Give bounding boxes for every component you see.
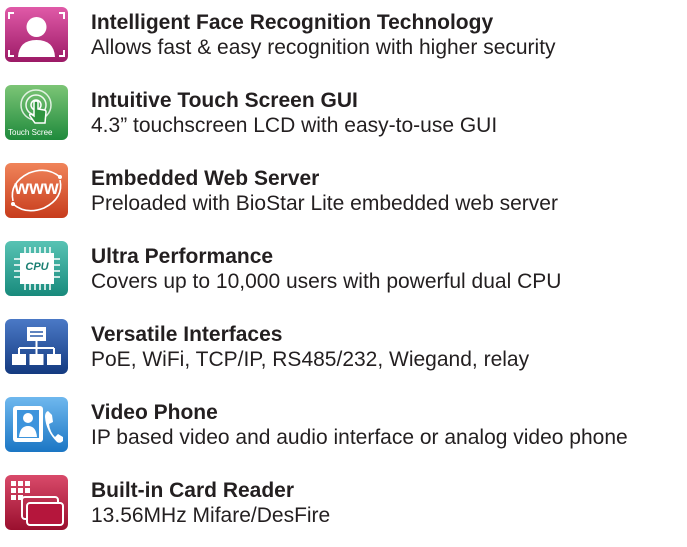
feature-face-recognition: Intelligent Face Recognition Technology …: [0, 7, 687, 77]
feature-web-server: www Embedded Web Server Preloaded with B…: [0, 163, 687, 233]
feature-description: Covers up to 10,000 users with powerful …: [91, 270, 562, 293]
feature-description: Preloaded with BioStar Lite embedded web…: [91, 192, 558, 215]
feature-description: 4.3” touchscreen LCD with easy-to-use GU…: [91, 114, 498, 137]
feature-title: Versatile Interfaces: [91, 323, 283, 346]
feature-title: Intelligent Face Recognition Technology: [91, 11, 494, 34]
web-server-caption: www: [14, 178, 59, 199]
feature-title: Embedded Web Server: [91, 167, 320, 190]
feature-touch-screen: Touch Scree Intuitive Touch Screen GUI 4…: [0, 85, 687, 155]
web-server-icon: www: [5, 163, 68, 218]
feature-title: Video Phone: [91, 401, 218, 424]
feature-title: Ultra Performance: [91, 245, 274, 268]
feature-description: IP based video and audio interface or an…: [91, 426, 628, 449]
touch-screen-caption: Touch Scree: [8, 128, 53, 137]
feature-description: Allows fast & easy recognition with high…: [91, 36, 556, 59]
feature-description: 13.56MHz Mifare/DesFire: [91, 504, 331, 527]
touch-screen-icon: Touch Scree: [5, 85, 68, 140]
feature-versatile-interfaces: Versatile Interfaces PoE, WiFi, TCP/IP, …: [0, 319, 687, 389]
network-interfaces-icon: [5, 319, 68, 374]
video-phone-icon: [5, 397, 68, 452]
feature-title: Intuitive Touch Screen GUI: [91, 89, 358, 112]
cpu-caption: CPU: [25, 261, 49, 273]
cpu-icon: CPU: [5, 241, 68, 296]
feature-video-phone: Video Phone IP based video and audio int…: [0, 397, 687, 467]
feature-title: Built-in Card Reader: [91, 479, 295, 502]
card-reader-icon: [5, 475, 68, 530]
face-recognition-icon: [5, 7, 68, 62]
feature-description: PoE, WiFi, TCP/IP, RS485/232, Wiegand, r…: [91, 348, 530, 371]
feature-ultra-performance: CPU Ultra Performance Covers up to 10,00…: [0, 241, 687, 311]
feature-card-reader: Built-in Card Reader 13.56MHz Mifare/Des…: [0, 475, 687, 545]
